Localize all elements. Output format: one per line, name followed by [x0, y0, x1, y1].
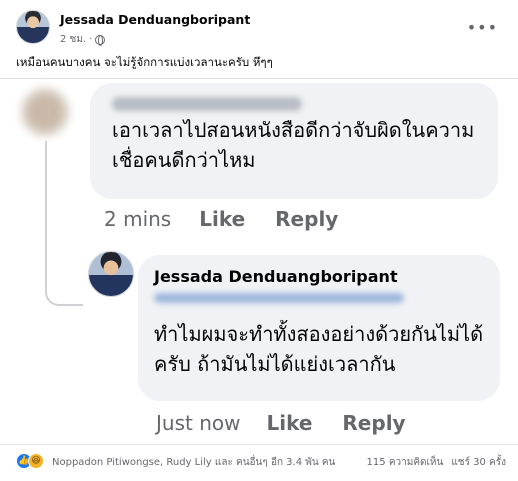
thread-connector-line: [45, 141, 83, 306]
engagement-counts: 115 ความคิดเห็น แชร์ 30 ครั้ง: [367, 455, 506, 470]
shares-count[interactable]: แชร์ 30 ครั้ง: [451, 455, 506, 470]
reply-actions: Just now Like Reply: [156, 411, 406, 435]
post-footer: 👍 😆 Noppadon Pitiwongse, Rudy Lily และ ค…: [16, 452, 506, 472]
comment-thread: เอาเวลาไปสอนหนังสือดีกว่าจับผิดในความเชื…: [0, 79, 518, 442]
reply-reply-button[interactable]: Reply: [342, 411, 405, 435]
post-time[interactable]: 2 ชม.: [60, 32, 86, 47]
reply-author-name[interactable]: Jessada Denduangboripant: [154, 267, 398, 286]
comment-like-button[interactable]: Like: [199, 207, 245, 231]
commenter-avatar-blurred[interactable]: [20, 87, 70, 137]
comments-count[interactable]: 115 ความคิดเห็น: [367, 455, 444, 470]
post-header: Jessada Denduangboripant 2 ชม. · •••: [16, 8, 506, 48]
reply-like-button[interactable]: Like: [266, 411, 312, 435]
reply-author-avatar[interactable]: [88, 251, 134, 297]
reaction-icons[interactable]: 👍 😆: [16, 453, 44, 469]
reply-text: ทำไมผมจะทำทั้งสองอย่างด้วยกันไม่ได้ครับ …: [154, 322, 484, 376]
footer-divider: [0, 444, 518, 445]
comment-bubble: เอาเวลาไปสอนหนังสือดีกว่าจับผิดในความเชื…: [90, 83, 498, 199]
comment-time[interactable]: 2 mins: [104, 207, 171, 231]
comment-reply-button[interactable]: Reply: [275, 207, 338, 231]
comment-text: เอาเวลาไปสอนหนังสือดีกว่าจับผิดในความเชื…: [112, 118, 475, 172]
comment-actions: 2 mins Like Reply: [104, 207, 338, 231]
separator-dot: ·: [89, 34, 93, 45]
post-meta: 2 ชม. ·: [60, 32, 106, 47]
globe-icon[interactable]: [95, 34, 106, 46]
more-icon[interactable]: •••: [467, 18, 498, 37]
commenter-name-blurred[interactable]: [112, 97, 302, 111]
haha-icon: 😆: [28, 453, 44, 469]
mentioned-name-blurred[interactable]: [154, 293, 404, 303]
reactors-text[interactable]: Noppadon Pitiwongse, Rudy Lily และ คนอื่…: [52, 455, 335, 470]
post-author-name[interactable]: Jessada Denduangboripant: [60, 12, 250, 27]
author-avatar[interactable]: [16, 10, 50, 44]
reply-time[interactable]: Just now: [156, 411, 240, 435]
reply-bubble: Jessada Denduangboripant ทำไมผมจะทำทั้งส…: [138, 255, 500, 401]
post-text: เหมือนคนบางคน จะไม่รู้จักการแบ่งเวลานะคร…: [16, 55, 273, 69]
